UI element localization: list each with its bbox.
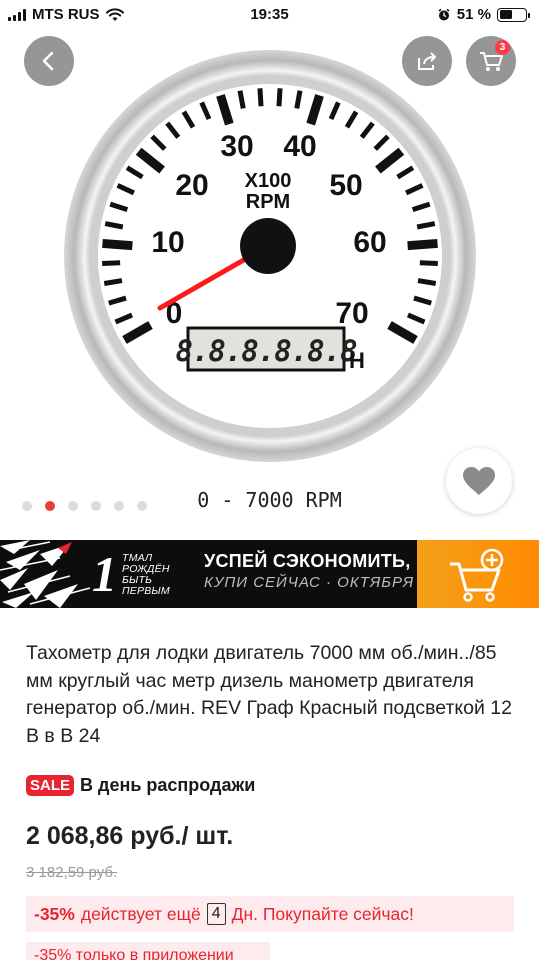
back-button[interactable]: [24, 36, 74, 86]
odometer-unit: H: [349, 348, 365, 373]
discount-countdown: -35% действует ещё 4 Дн. Покупайте сейча…: [26, 896, 514, 932]
share-button[interactable]: [402, 36, 452, 86]
discount-suffix: Дн. Покупайте сейчас!: [231, 903, 414, 924]
gauge-minor-tick: [102, 260, 121, 267]
add-to-cart-icon: [450, 548, 504, 602]
promo-tagline-line: ПЕРВЫМ: [122, 585, 170, 597]
gallery-dot[interactable]: [22, 501, 32, 511]
gauge-number-50: 50: [329, 169, 362, 202]
gauge-minor-tick: [257, 88, 264, 107]
gauge-number-70: 70: [335, 297, 368, 330]
gauge-number-10: 10: [151, 226, 184, 259]
promo-add-to-cart-button[interactable]: [417, 540, 539, 608]
gauge-minor-tick: [294, 90, 303, 109]
battery-icon: [497, 7, 530, 22]
gauge-number-40: 40: [283, 130, 316, 163]
gauge-unit-line2: RPM: [246, 191, 290, 213]
promo-banner[interactable]: 1 ТМАЛ РОЖДЁН БЫТЬ ПЕРВЫМ УСПЕЙ СЭКОНОМИ…: [0, 540, 539, 608]
product-price: 2 068,86 руб./ шт.: [26, 822, 234, 850]
discount-prefix: действует ещё: [80, 903, 201, 924]
sale-row: SALE В день распродажи: [26, 775, 255, 796]
product-title: Тахометр для лодки двигатель 7000 мм об.…: [26, 642, 512, 747]
status-right: 51 %: [437, 6, 530, 23]
gallery-pagination[interactable]: [22, 501, 147, 511]
cart-count-badge: 3: [495, 40, 510, 55]
chevron-left-icon: [42, 51, 54, 71]
gauge-major-tick: [102, 238, 133, 251]
discount-percent: -35%: [34, 903, 75, 924]
gallery-dot[interactable]: [137, 501, 147, 511]
days-left: 4: [206, 903, 226, 925]
old-price: 3 182,59 руб.: [26, 864, 118, 881]
favorite-button[interactable]: [446, 448, 512, 514]
status-bar: MTS RUS 19:35 51 %: [0, 0, 539, 30]
gauge-minor-tick: [104, 221, 124, 230]
share-icon: [418, 52, 436, 70]
gallery-dot[interactable]: [91, 501, 101, 511]
promo-subline: КУПИ СЕЙЧАС · ОКТЯБРЯ: [204, 574, 415, 591]
gauge-number-60: 60: [353, 226, 386, 259]
gauge-minor-tick: [417, 278, 437, 286]
gauge-number-20: 20: [175, 169, 208, 202]
tachometer-image: 0 10 20 30 40 50 60 70 X100 RPM 8.8.8.8.…: [64, 50, 476, 462]
gauge-unit-line1: X100: [245, 170, 292, 192]
banner-pattern: [0, 540, 91, 608]
gallery-dot[interactable]: [114, 501, 124, 511]
app-only-discount: -35% только в приложении: [26, 942, 270, 960]
gauge-hub: [240, 218, 296, 274]
sale-label: В день распродажи: [80, 775, 256, 795]
odometer-digits: 8.8.8.8.8.8: [175, 334, 357, 368]
sale-badge: SALE: [26, 775, 75, 796]
gauge-minor-tick: [419, 260, 438, 267]
gauge-minor-tick: [276, 88, 283, 107]
gauge-minor-tick: [103, 278, 123, 286]
gauge-minor-tick: [237, 90, 246, 109]
promo-tagline: ТМАЛ РОЖДЁН БЫТЬ ПЕРВЫМ: [122, 553, 170, 597]
battery-fill: [499, 10, 513, 19]
gauge-major-tick: [407, 238, 438, 251]
heart-icon: [463, 467, 495, 495]
gauge-minor-tick: [416, 221, 436, 230]
cart-button[interactable]: 3: [466, 36, 516, 86]
promo-number: 1: [92, 546, 117, 602]
gallery-dot[interactable]: [45, 501, 55, 511]
battery-percent: 51 %: [456, 6, 491, 23]
gallery-dot[interactable]: [68, 501, 78, 511]
product-gallery[interactable]: 0 10 20 30 40 50 60 70 X100 RPM 8.8.8.8.…: [0, 30, 539, 525]
gauge-number-30: 30: [220, 130, 253, 163]
alarm-icon: [438, 8, 450, 20]
promo-headline: УСПЕЙ СЭКОНОМИТЬ,: [204, 551, 411, 571]
